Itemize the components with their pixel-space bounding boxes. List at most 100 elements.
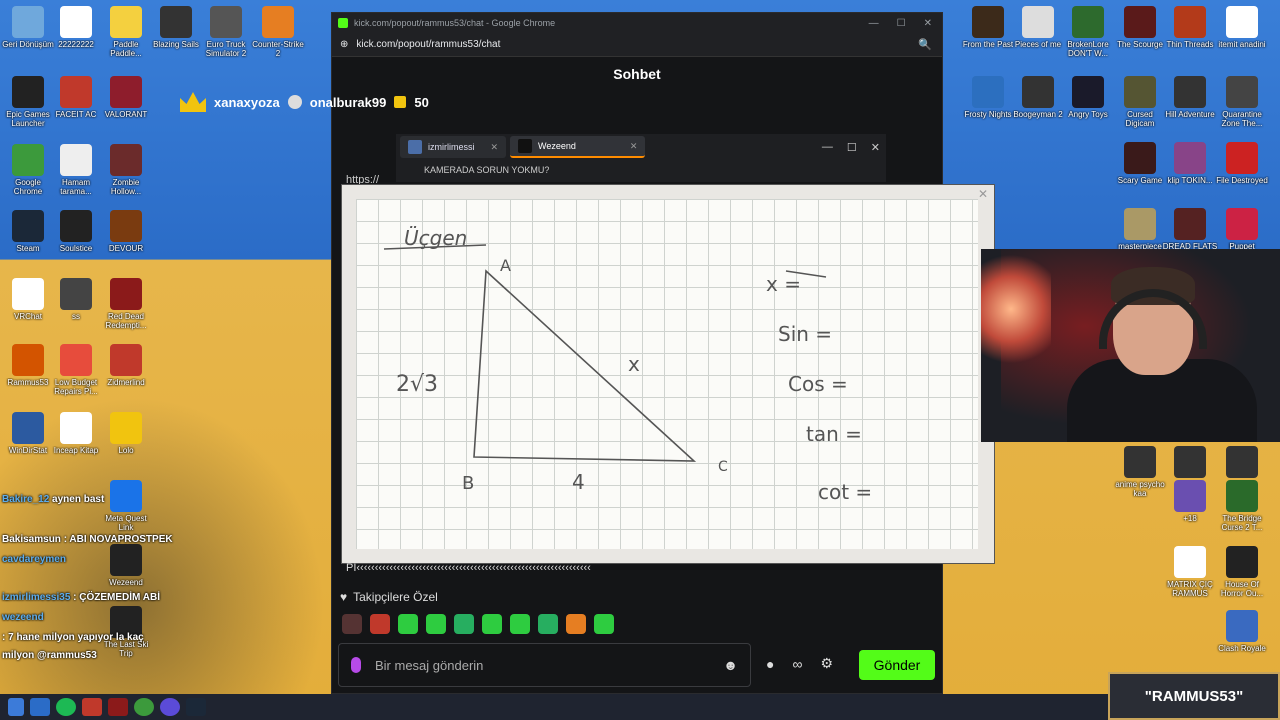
- close-icon[interactable]: ✕: [491, 142, 499, 153]
- desktop-icon[interactable]: itemit anadini: [1214, 4, 1270, 70]
- desktop-icon[interactable]: VALORANT: [98, 74, 154, 140]
- app-icon: [60, 278, 92, 310]
- app-icon[interactable]: [82, 698, 102, 716]
- maximize-icon[interactable]: ☐: [847, 141, 857, 154]
- desktop-icon[interactable]: +18: [1162, 478, 1218, 544]
- desktop-icon[interactable]: File Destroyed: [1214, 140, 1270, 206]
- chat-input[interactable]: Bir mesaj gönderin ☻: [338, 643, 751, 687]
- discord-icon[interactable]: [160, 698, 180, 716]
- top-gifter-name[interactable]: xanaxyoza: [214, 95, 280, 110]
- desktop-icon[interactable]: Blazing Sails: [148, 4, 204, 70]
- desktop-icon[interactable]: From the Past: [960, 4, 1016, 70]
- desktop-icon[interactable]: ss: [48, 276, 104, 342]
- desktop-icon[interactable]: House Of Horror Ou...: [1214, 544, 1270, 610]
- desktop-icon[interactable]: Hamam tarama...: [48, 142, 104, 208]
- emote-icon[interactable]: [398, 614, 418, 634]
- emote-icon[interactable]: [454, 614, 474, 634]
- desktop-icon[interactable]: anime psycho kaa: [1112, 444, 1168, 510]
- grid-paper: Üçgen A B C 2√3 4 x x = Sin = Cos = tan …: [356, 199, 978, 549]
- desktop-icon[interactable]: FACEIT AC: [48, 74, 104, 140]
- desktop-icon-label: MATRIX ÇIÇ RAMMUS: [1167, 580, 1213, 598]
- emote-icon[interactable]: [538, 614, 558, 634]
- wordpress-icon[interactable]: [30, 698, 50, 716]
- streamer-banner: "RAMMUS53": [1108, 672, 1280, 720]
- desktop-icon[interactable]: Pieces of me: [1010, 4, 1066, 70]
- mic-icon[interactable]: [351, 657, 361, 673]
- taskbar: [0, 694, 1280, 720]
- desktop-icon-label: Lolo: [118, 446, 134, 455]
- desktop-icon[interactable]: Clash Royale: [1214, 608, 1270, 674]
- desktop-icon[interactable]: Red Dead Redempti...: [98, 276, 154, 342]
- desktop-icon[interactable]: Boogeyman 2: [1010, 74, 1066, 140]
- zoom-icon[interactable]: 🔍: [918, 38, 932, 51]
- close-icon[interactable]: ✕: [978, 187, 988, 201]
- emote-icon[interactable]: [482, 614, 502, 634]
- desktop-icon[interactable]: MATRIX ÇIÇ RAMMUS: [1162, 544, 1218, 610]
- site-info-icon[interactable]: ⊕: [340, 39, 348, 50]
- emote-icon[interactable]: [510, 614, 530, 634]
- spotify-icon[interactable]: [56, 698, 76, 716]
- app-icon: [160, 6, 192, 38]
- equation-sin: Sin =: [778, 322, 832, 346]
- emote-icon[interactable]: [342, 614, 362, 634]
- desktop-icon[interactable]: Angry Toys: [1060, 74, 1116, 140]
- desktop-icon[interactable]: Low Budget Repairs Pi...: [48, 342, 104, 408]
- desktop-icon[interactable]: Cursed Digicam: [1112, 74, 1168, 140]
- close-icon[interactable]: ✕: [630, 141, 638, 152]
- second-gifter-name[interactable]: onalburak99: [310, 95, 387, 110]
- desktop-icon[interactable]: BrokenLore DON'T W...: [1060, 4, 1116, 70]
- desktop-icon[interactable]: Euro Truck Simulator 2: [198, 4, 254, 70]
- windows-start-icon[interactable]: [8, 698, 24, 716]
- desktop-icon[interactable]: Lolo: [98, 410, 154, 476]
- emote-icon[interactable]: [426, 614, 446, 634]
- desktop-icon[interactable]: Quarantine Zone The...: [1214, 74, 1270, 140]
- chrome-icon[interactable]: [134, 698, 154, 716]
- app-icon: [1226, 76, 1258, 108]
- desktop-icon[interactable]: Inceap Kitap: [48, 410, 104, 476]
- minimize-icon[interactable]: —: [869, 18, 879, 29]
- desktop-icon[interactable]: Hill Adventure: [1162, 74, 1218, 140]
- close-icon[interactable]: ✕: [924, 18, 932, 29]
- desktop-icon[interactable]: Frosty Nights: [960, 74, 1016, 140]
- desktop-icon[interactable]: DEVOUR: [98, 208, 154, 274]
- chat-input-placeholder[interactable]: Bir mesaj gönderin: [375, 658, 483, 673]
- desktop-icon[interactable]: The Scourge: [1112, 4, 1168, 70]
- emote-icon[interactable]: [370, 614, 390, 634]
- emoji-icon[interactable]: ☻: [723, 657, 738, 673]
- desktop-icon[interactable]: Soulstice: [48, 208, 104, 274]
- address-bar[interactable]: ⊕ kick.com/popout/rammus53/chat 🔍: [332, 33, 942, 57]
- desktop-icon-label: File Destroyed: [1216, 176, 1268, 185]
- maximize-icon[interactable]: ☐: [897, 18, 906, 29]
- desktop-icon[interactable]: The Bridge Curse 2 T...: [1214, 478, 1270, 544]
- app-icon: [1226, 142, 1258, 174]
- avatar: [518, 139, 533, 153]
- desktop-icon[interactable]: Zidmerlind: [98, 342, 154, 408]
- window-titlebar: kick.com/popout/rammus53/chat - Google C…: [332, 13, 942, 33]
- tab-izmirlimessi[interactable]: izmirlimessi ✕: [400, 136, 507, 158]
- overlay-chat-text: : 7 hane milyon yapıyor la kaç: [2, 632, 144, 643]
- desktop-icon[interactable]: 22222222: [48, 4, 104, 70]
- send-button[interactable]: Gönder: [859, 650, 935, 680]
- tab-wezeend[interactable]: Wezeend ✕: [510, 136, 646, 158]
- gear-icon[interactable]: ⚙: [820, 655, 833, 672]
- overlay-chat-line: milyon @rammus53: [2, 650, 97, 661]
- users-icon[interactable]: ●: [766, 656, 774, 672]
- desktop-icon[interactable]: klip TOKIN...: [1162, 140, 1218, 206]
- equation-cos: Cos =: [788, 372, 848, 396]
- desktop-icon[interactable]: Zombie Hollow...: [98, 142, 154, 208]
- minimize-icon[interactable]: —: [822, 141, 833, 154]
- app-icon: [60, 6, 92, 38]
- app-icon: [110, 278, 142, 310]
- infinity-icon[interactable]: ∞: [792, 656, 802, 672]
- emote-icon[interactable]: [594, 614, 614, 634]
- close-icon[interactable]: ✕: [871, 141, 880, 154]
- desktop-icon[interactable]: Thin Threads: [1162, 4, 1218, 70]
- emote-icon[interactable]: [566, 614, 586, 634]
- overlay-chat-user: Bakire_12: [2, 494, 50, 505]
- desktop-icon[interactable]: Paddle Paddle...: [98, 4, 154, 70]
- app-icon[interactable]: [108, 698, 128, 716]
- desktop-icon-label: BrokenLore DON'T W...: [1067, 40, 1109, 58]
- desktop-icon[interactable]: Scary Game: [1112, 140, 1168, 206]
- steam-icon[interactable]: [186, 698, 206, 716]
- desktop-icon[interactable]: Counter-Strike 2: [250, 4, 306, 70]
